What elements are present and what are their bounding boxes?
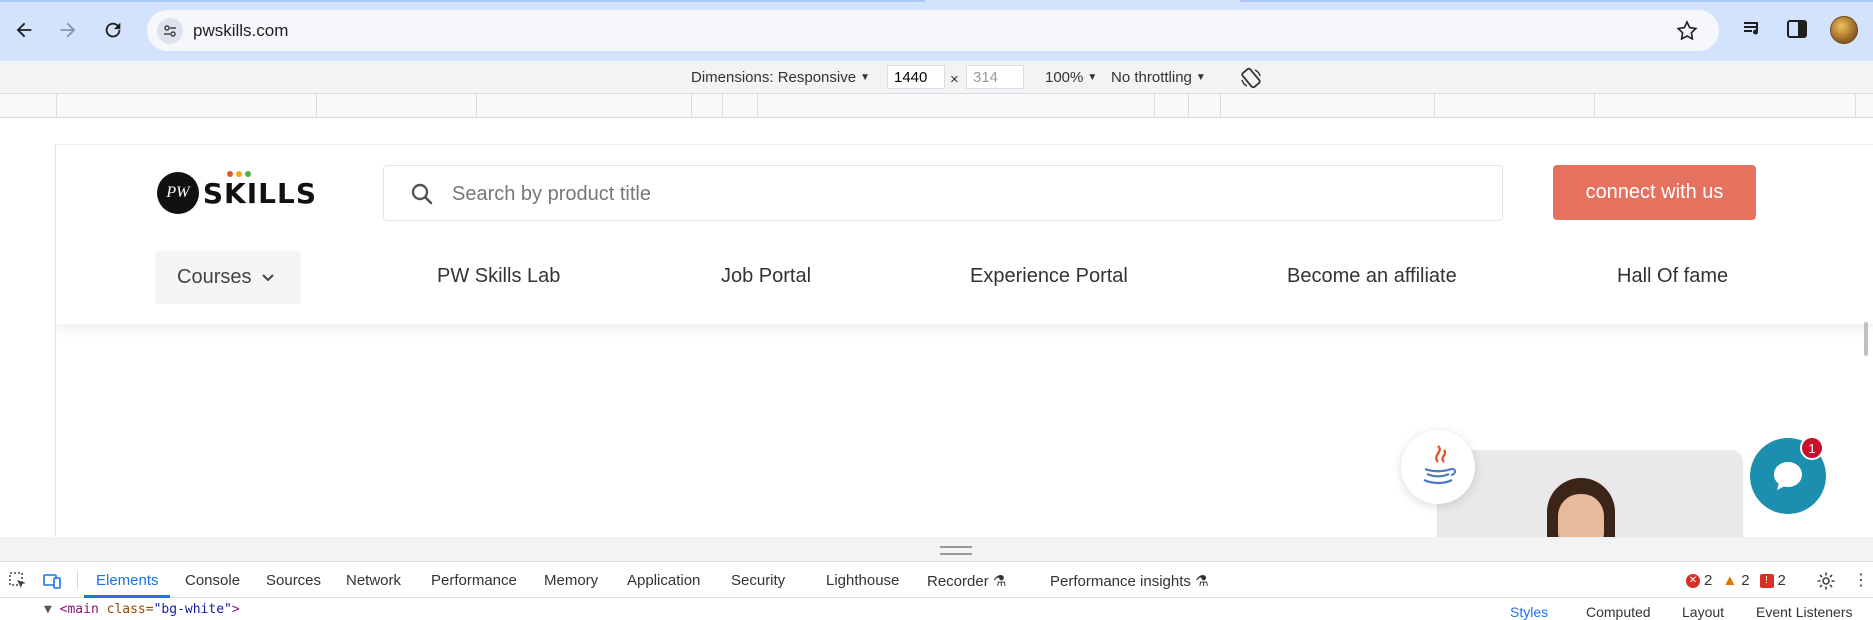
error-count: 2	[1704, 572, 1713, 589]
devtools-panel: Elements Console Sources Network Perform…	[0, 561, 1873, 620]
search-bar[interactable]	[383, 165, 1503, 221]
width-input[interactable]	[887, 65, 945, 89]
browser-toolbar: pwskills.com	[0, 0, 1873, 61]
dimensions-dropdown[interactable]: Dimensions: Responsive ▼	[691, 69, 870, 86]
tab-network[interactable]: Network	[346, 572, 401, 589]
reload-icon	[105, 22, 121, 38]
promo-card[interactable]	[1437, 450, 1743, 537]
resize-handle[interactable]	[940, 546, 972, 555]
reload-button[interactable]	[97, 14, 129, 46]
tab-lighthouse[interactable]: Lighthouse	[826, 572, 899, 589]
nav-hall-of-fame[interactable]: Hall Of fame	[1617, 265, 1728, 288]
back-icon	[16, 22, 32, 38]
pw-skills-logo[interactable]: PW SKILLS	[157, 170, 317, 215]
warning-count: 2	[1741, 572, 1750, 589]
times-sign: ×	[950, 71, 959, 88]
tab-security[interactable]: Security	[731, 572, 785, 589]
address-bar[interactable]: pwskills.com	[147, 10, 1719, 51]
caret-down-icon: ▼	[860, 72, 870, 83]
height-input[interactable]	[966, 65, 1024, 89]
tab-event-listeners[interactable]: Event Listeners	[1756, 604, 1853, 620]
rotate-icon[interactable]	[1239, 66, 1263, 90]
forward-icon	[60, 22, 76, 38]
resize-area	[0, 537, 1873, 561]
zoom-dropdown[interactable]: 100% ▼	[1045, 69, 1097, 86]
nav-become-affiliate[interactable]: Become an affiliate	[1287, 265, 1457, 288]
nav-pw-skills-lab[interactable]: PW Skills Lab	[437, 265, 560, 288]
media-controls-icon[interactable]	[1741, 17, 1765, 41]
tab-sources[interactable]: Sources	[266, 572, 321, 589]
inspect-element-icon[interactable]	[8, 571, 28, 591]
error-icon: ✕	[1686, 573, 1700, 588]
device-toolbar: Dimensions: Responsive▼ × 100%▼ No throt…	[0, 61, 1873, 94]
caret-down-icon: ▼	[1087, 72, 1098, 83]
search-icon	[411, 183, 433, 205]
throttling-dropdown[interactable]: No throttling ▼	[1111, 69, 1206, 86]
tab-layout[interactable]: Layout	[1682, 604, 1724, 620]
tab-strip-edge	[0, 0, 1873, 8]
back-button[interactable]	[8, 14, 40, 46]
issue-count: 2	[1777, 572, 1786, 589]
tab-computed[interactable]: Computed	[1586, 604, 1651, 620]
bookmark-star-icon[interactable]	[1675, 19, 1699, 43]
issue-counters[interactable]: ✕ 2 ▲ 2 ! 2	[1686, 572, 1786, 589]
courses-dropdown[interactable]: Courses	[155, 251, 301, 304]
profile-avatar[interactable]	[1830, 16, 1858, 44]
courses-label: Courses	[177, 266, 252, 288]
media-query-ruler	[0, 94, 1873, 118]
tab-memory[interactable]: Memory	[544, 572, 598, 589]
site-header: PW SKILLS connect with us Courses PW Ski…	[56, 144, 1873, 324]
tab-styles[interactable]: Styles	[1510, 604, 1548, 620]
page-viewport: PW SKILLS connect with us Courses PW Ski…	[56, 144, 1873, 537]
logo-text: SKILLS	[203, 170, 317, 210]
logo-dots	[226, 170, 251, 177]
url-text[interactable]: pwskills.com	[193, 21, 288, 41]
tab-performance-insights[interactable]: Performance insights ⚗	[1050, 572, 1209, 590]
chat-bubble-icon	[1774, 462, 1802, 490]
devtools-tabbar: Elements Console Sources Network Perform…	[0, 562, 1873, 598]
forward-button[interactable]	[52, 14, 84, 46]
java-icon[interactable]	[1401, 430, 1475, 504]
warning-icon: ▲	[1722, 572, 1738, 589]
active-tab-indicator	[84, 595, 170, 598]
chat-notification-badge: 1	[1800, 436, 1824, 460]
site-info-icon[interactable]	[157, 18, 183, 44]
experiment-flask-icon: ⚗	[1195, 573, 1209, 590]
device-toggle-icon[interactable]	[42, 571, 62, 591]
caret-down-icon: ▼	[1195, 72, 1206, 83]
tab-elements[interactable]: Elements	[96, 572, 159, 589]
chevron-down-icon	[262, 273, 275, 281]
tab-recorder[interactable]: Recorder ⚗	[927, 572, 1006, 590]
nav-experience-portal[interactable]: Experience Portal	[970, 265, 1128, 288]
tab-console[interactable]: Console	[185, 572, 240, 589]
tab-application[interactable]: Application	[627, 572, 700, 589]
logo-mark: PW	[157, 172, 199, 214]
nav-job-portal[interactable]: Job Portal	[721, 265, 811, 288]
more-options-icon[interactable]: ⋮	[1853, 570, 1869, 590]
tab-performance[interactable]: Performance	[431, 572, 517, 589]
side-panel-icon[interactable]	[1785, 17, 1809, 41]
experiment-flask-icon: ⚗	[992, 573, 1007, 590]
connect-with-us-button[interactable]: connect with us	[1553, 165, 1756, 220]
settings-gear-icon[interactable]	[1816, 571, 1836, 591]
scrollbar-thumb[interactable]	[1864, 322, 1868, 356]
search-input[interactable]	[452, 180, 1452, 208]
issue-icon: !	[1759, 573, 1774, 588]
